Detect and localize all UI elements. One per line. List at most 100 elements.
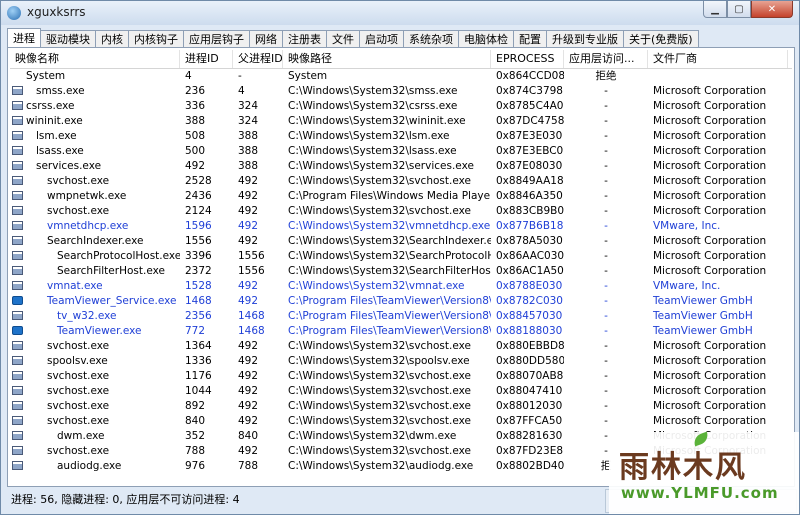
table-row[interactable]: lsm.exe 508 388 C:\Windows\System32\lsm.exe… bbox=[10, 129, 792, 144]
cell-path: C:\Windows\System32\services.exe bbox=[288, 160, 474, 172]
tab-8[interactable]: 启动项 bbox=[359, 30, 404, 47]
cell-path: C:\Windows\System32\SearchProtocolHost..… bbox=[288, 250, 491, 262]
cell-access: - bbox=[604, 130, 608, 142]
process-list[interactable]: 映像名称 进程ID 父进程ID 映像路径 EPROCESS 应用层访问... 文件厂商 Sy… bbox=[10, 50, 792, 484]
column-header-3[interactable]: 映像路径 bbox=[283, 50, 491, 68]
maximize-button[interactable]: ▢ bbox=[727, 1, 751, 18]
cell-ppid: 492 bbox=[238, 235, 259, 247]
cell-name: svchost.exe bbox=[10, 414, 180, 429]
tab-4[interactable]: 应用层钩子 bbox=[183, 30, 250, 47]
cell-eproc: 0x883CB9B0 bbox=[496, 205, 564, 217]
window-title: xguxksrrs bbox=[27, 5, 86, 19]
column-header-6[interactable]: 文件厂商 bbox=[648, 50, 788, 68]
cell-eproc: 0x87FFCA50 bbox=[496, 415, 563, 427]
cell-name: csrss.exe bbox=[10, 99, 180, 114]
cell-eproc: 0x88281630 bbox=[496, 430, 563, 442]
column-header-5[interactable]: 应用层访问... bbox=[564, 50, 648, 68]
tab-12[interactable]: 升级到专业版 bbox=[546, 30, 624, 47]
table-row[interactable]: svchost.exe 1044 492 C:\Windows\System32\sv… bbox=[10, 384, 792, 399]
process-name: svchost.exe bbox=[47, 385, 110, 397]
cell-eproc: 0x8849AA18 bbox=[496, 175, 564, 187]
cell-eproc: 0x87E3E030 bbox=[496, 130, 563, 142]
tab-7[interactable]: 文件 bbox=[326, 30, 360, 47]
cell-pid: 1528 bbox=[185, 280, 212, 292]
table-row[interactable]: smss.exe 236 4 C:\Windows\System32\smss.exe… bbox=[10, 84, 792, 99]
tab-5[interactable]: 网络 bbox=[249, 30, 283, 47]
table-row[interactable]: spoolsv.exe 1336 492 C:\Windows\System32\sp… bbox=[10, 354, 792, 369]
process-name: svchost.exe bbox=[47, 400, 110, 412]
cell-pid: 236 bbox=[185, 85, 206, 97]
tab-9[interactable]: 系统杂项 bbox=[403, 30, 459, 47]
table-row[interactable]: svchost.exe 2124 492 C:\Windows\System32\sv… bbox=[10, 204, 792, 219]
table-row[interactable]: wininit.exe 388 324 C:\Windows\System32\win… bbox=[10, 114, 792, 129]
cell-name: svchost.exe bbox=[10, 399, 180, 414]
table-row[interactable]: wmpnetwk.exe 2436 492 C:\Program Files\Wind… bbox=[10, 189, 792, 204]
table-row[interactable]: svchost.exe 2528 492 C:\Windows\System32\sv… bbox=[10, 174, 792, 189]
process-name: svchost.exe bbox=[47, 415, 110, 427]
tab-3[interactable]: 内核钩子 bbox=[128, 30, 184, 47]
maximize-icon: ▢ bbox=[734, 3, 744, 15]
process-icon bbox=[12, 309, 26, 324]
table-row[interactable]: svchost.exe 1364 492 C:\Windows\System32\sv… bbox=[10, 339, 792, 354]
cell-name: tv_w32.exe bbox=[10, 309, 180, 324]
process-name: tv_w32.exe bbox=[57, 310, 117, 322]
cell-access: - bbox=[604, 415, 608, 427]
tab-13[interactable]: 关于(免费版) bbox=[623, 30, 699, 47]
column-header-1[interactable]: 进程ID bbox=[180, 50, 233, 68]
tab-1[interactable]: 驱动模块 bbox=[40, 30, 96, 47]
cell-path: C:\Windows\System32\lsm.exe bbox=[288, 130, 450, 142]
cell-eproc: 0x87FD23E8 bbox=[496, 445, 564, 457]
table-row[interactable]: svchost.exe 892 492 C:\Windows\System32\svc… bbox=[10, 399, 792, 414]
table-row[interactable]: System 4 - System 0x864CCD08 拒绝 bbox=[10, 69, 792, 84]
column-header-2[interactable]: 父进程ID bbox=[233, 50, 283, 68]
table-row[interactable]: SearchProtocolHost.exe 3396 1556 C:\Windows… bbox=[10, 249, 792, 264]
tab-6[interactable]: 注册表 bbox=[282, 30, 327, 47]
tab-11[interactable]: 配置 bbox=[513, 30, 547, 47]
cell-path: C:\Windows\System32\wininit.exe bbox=[288, 115, 466, 127]
list-header: 映像名称 进程ID 父进程ID 映像路径 EPROCESS 应用层访问... 文件厂商 bbox=[10, 50, 792, 69]
table-row[interactable]: TeamViewer_Service.exe 1468 492 C:\Program … bbox=[10, 294, 792, 309]
table-row[interactable]: svchost.exe 1176 492 C:\Windows\System32\sv… bbox=[10, 369, 792, 384]
cell-name: spoolsv.exe bbox=[10, 354, 180, 369]
process-icon bbox=[12, 114, 26, 129]
table-row[interactable]: SearchFilterHost.exe 2372 1556 C:\Windows\S… bbox=[10, 264, 792, 279]
cell-ppid: 840 bbox=[238, 430, 259, 442]
table-row[interactable]: svchost.exe 840 492 C:\Windows\System32\svc… bbox=[10, 414, 792, 429]
process-name: SearchProtocolHost.exe bbox=[57, 250, 180, 262]
cell-eproc: 0x880EBBD8 bbox=[496, 340, 564, 352]
tab-10[interactable]: 电脑体检 bbox=[458, 30, 514, 47]
cell-path: C:\Windows\System32\svchost.exe bbox=[288, 445, 471, 457]
column-header-0[interactable]: 映像名称 bbox=[10, 50, 180, 68]
minimize-button[interactable]: ▁ bbox=[703, 1, 727, 18]
column-header-4[interactable]: EPROCESS bbox=[491, 50, 564, 68]
title-bar[interactable]: xguxksrrs ▁ ▢ ✕ bbox=[1, 1, 799, 25]
tab-0[interactable]: 进程 bbox=[7, 28, 41, 47]
cell-path: C:\Windows\System32\svchost.exe bbox=[288, 340, 471, 352]
cell-access: - bbox=[604, 190, 608, 202]
table-row[interactable]: services.exe 492 388 C:\Windows\System32\se… bbox=[10, 159, 792, 174]
process-icon bbox=[12, 219, 26, 234]
cell-path: C:\Windows\System32\SearchIndexer.exe bbox=[288, 235, 491, 247]
cell-eproc: 0x864CCD08 bbox=[496, 70, 564, 82]
table-row[interactable]: vmnat.exe 1528 492 C:\Windows\System32\vmna… bbox=[10, 279, 792, 294]
table-row[interactable]: SearchIndexer.exe 1556 492 C:\Windows\Syste… bbox=[10, 234, 792, 249]
cell-access: 拒绝 bbox=[595, 70, 617, 82]
cell-pid: 2528 bbox=[185, 175, 212, 187]
tab-2[interactable]: 内核 bbox=[95, 30, 129, 47]
cell-ppid: 492 bbox=[238, 445, 259, 457]
cell-vendor: Microsoft Corporation bbox=[653, 85, 767, 97]
cell-ppid: 492 bbox=[238, 355, 259, 367]
cell-ppid: 492 bbox=[238, 385, 259, 397]
cell-ppid: 492 bbox=[238, 190, 259, 202]
table-row[interactable]: tv_w32.exe 2356 1468 C:\Program Files\TeamV… bbox=[10, 309, 792, 324]
process-icon bbox=[12, 144, 26, 159]
table-row[interactable]: lsass.exe 500 388 C:\Windows\System32\lsass… bbox=[10, 144, 792, 159]
close-button[interactable]: ✕ bbox=[751, 1, 793, 18]
table-row[interactable]: csrss.exe 336 324 C:\Windows\System32\csrss… bbox=[10, 99, 792, 114]
process-name: dwm.exe bbox=[57, 430, 105, 442]
cell-ppid: 492 bbox=[238, 220, 259, 232]
cell-ppid: 1556 bbox=[238, 265, 265, 277]
process-icon bbox=[12, 354, 26, 369]
table-row[interactable]: vmnetdhcp.exe 1596 492 C:\Windows\System32\… bbox=[10, 219, 792, 234]
table-row[interactable]: TeamViewer.exe 772 1468 C:\Program Files\Te… bbox=[10, 324, 792, 339]
